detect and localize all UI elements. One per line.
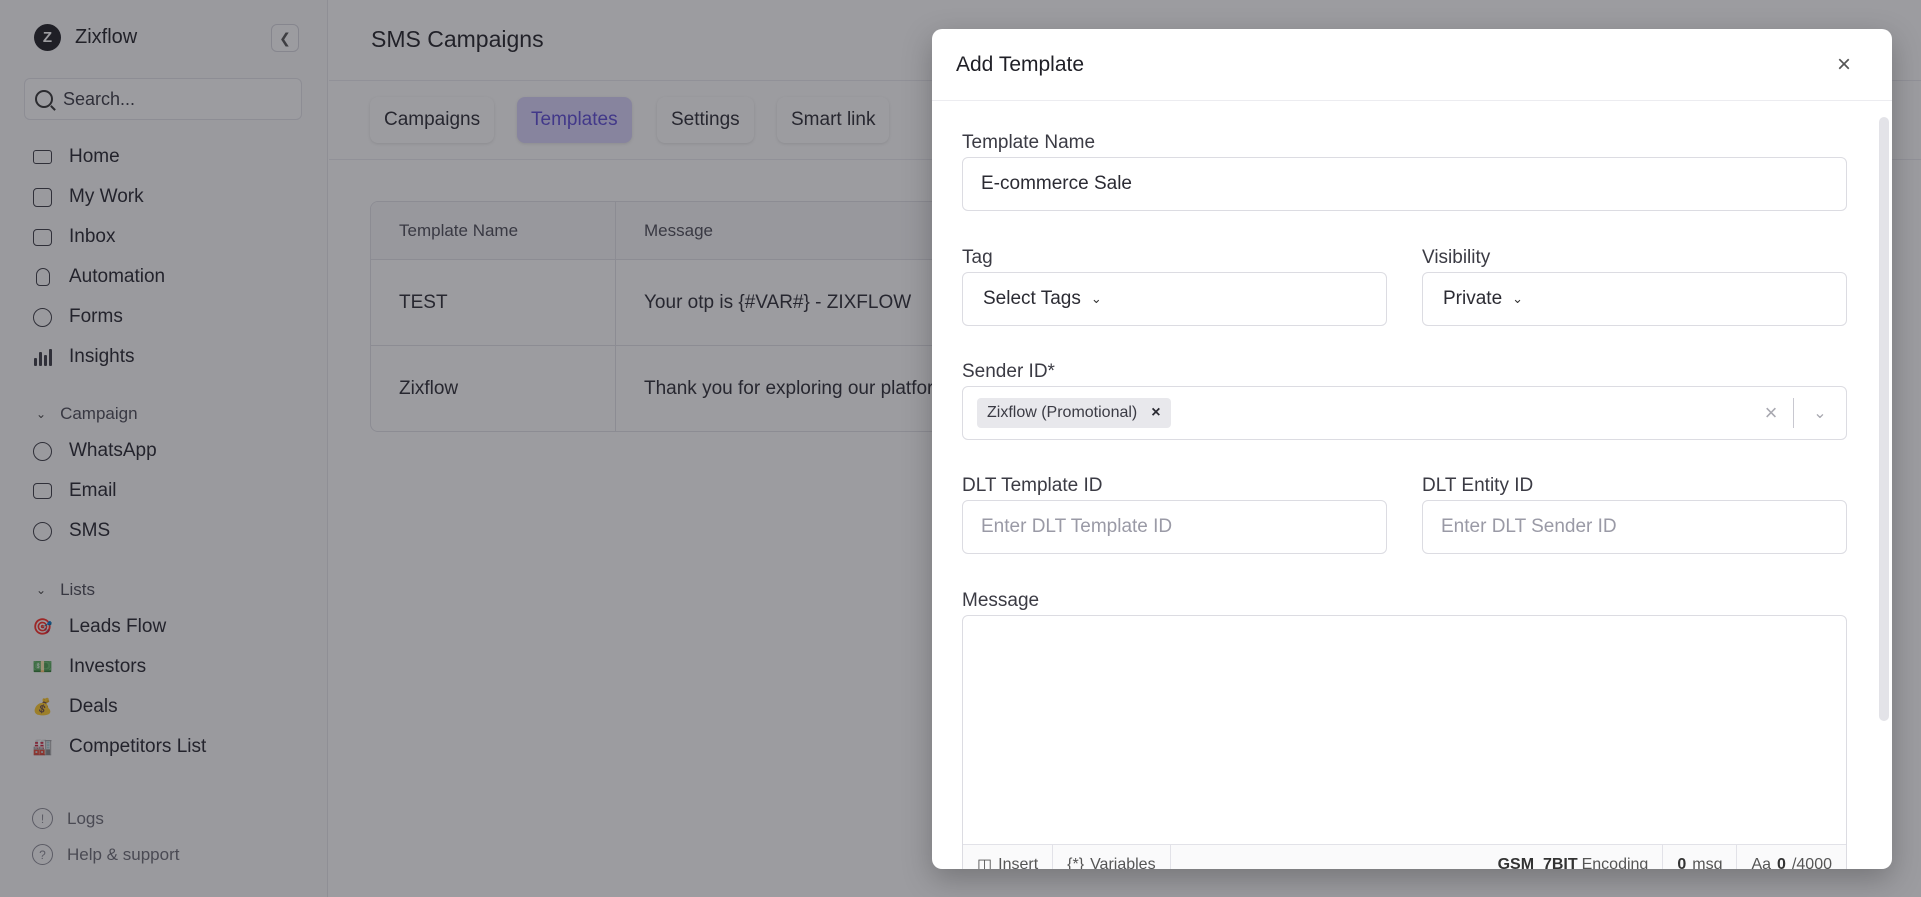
sender-controls: × ⌄ [1749,387,1846,439]
tag-label: Tag [962,247,993,268]
modal-header: Add Template × [932,29,1892,101]
modal-title: Add Template [956,53,1085,76]
char-prefix: Aa [1751,855,1772,870]
insert-icon: ◫ [977,856,993,870]
message-label: Message [962,590,1040,611]
message-count: 0 msg [1663,845,1738,870]
close-button[interactable]: × [1832,53,1856,77]
visibility-select[interactable]: Private ⌄ [1422,272,1847,326]
dlt-entity-id-label: DLT Entity ID [1422,475,1534,496]
message-textarea[interactable] [962,615,1847,869]
msg-count-label: msg [1692,855,1723,870]
sender-chip-label: Zixflow (Promotional) [987,404,1138,421]
tag-select-value: Select Tags [983,288,1081,309]
encoding-value: GSM_7BIT [1497,855,1578,870]
template-name-label: Template Name [962,132,1096,153]
modal-scrollbar[interactable] [1879,117,1889,721]
encoding-label: Encoding [1581,855,1649,870]
chevron-down-icon[interactable]: ⌄ [1794,403,1846,423]
variables-button[interactable]: {*} Variables [1053,845,1171,870]
character-count: Aa 0 /4000 [1737,845,1846,870]
close-icon: × [1836,51,1851,78]
message-toolbar: ◫ Insert {*} Variables GSM_7BIT Encoding… [963,844,1846,869]
chevron-down-icon: ⌄ [1090,291,1102,306]
dlt-template-id-label: DLT Template ID [962,475,1103,496]
sender-chip: Zixflow (Promotional) × [977,398,1171,428]
dlt-entity-id-input[interactable] [1422,500,1847,554]
variables-icon: {*} [1067,855,1085,870]
clear-icon[interactable]: × [1749,400,1793,426]
encoding-info: GSM_7BIT Encoding [1171,845,1664,869]
sender-id-label: Sender ID* [962,361,1055,382]
insert-button[interactable]: ◫ Insert [963,845,1054,870]
char-count-value: 0 [1777,855,1786,870]
sender-id-select[interactable]: Zixflow (Promotional) × × ⌄ [962,386,1847,440]
tag-select[interactable]: Select Tags ⌄ [962,272,1387,326]
add-template-modal: Add Template × Template Name Tag Select … [932,29,1892,869]
chevron-down-icon: ⌄ [1512,291,1524,306]
char-limit: /4000 [1791,855,1832,870]
visibility-label: Visibility [1422,247,1491,268]
variables-label: Variables [1090,855,1156,870]
insert-label: Insert [998,855,1039,870]
template-name-input[interactable] [962,157,1847,211]
remove-chip-icon[interactable]: × [1151,404,1160,422]
dlt-template-id-input[interactable] [962,500,1387,554]
msg-count-value: 0 [1677,855,1687,870]
visibility-select-value: Private [1443,288,1503,309]
